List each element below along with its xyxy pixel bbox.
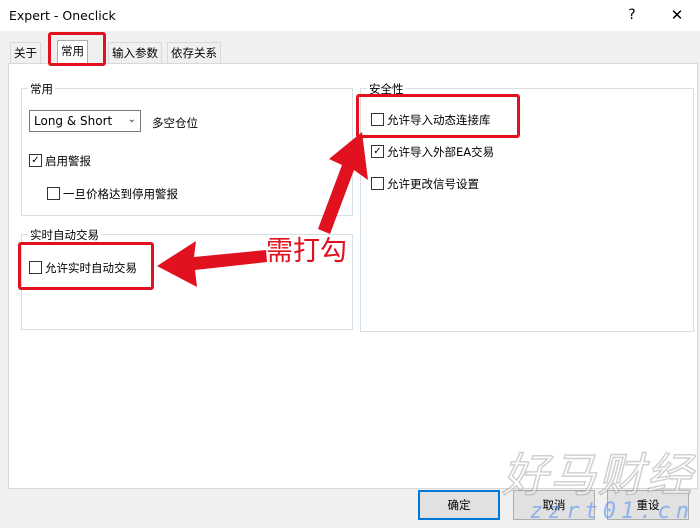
checkbox-checked-icon: ✓: [29, 154, 42, 167]
annotation-box-common-tab: [48, 32, 106, 66]
chevron-down-icon: ⌄: [127, 114, 136, 125]
close-button[interactable]: ✕: [662, 4, 692, 26]
window-title: Expert - Oneclick: [9, 8, 116, 23]
checkbox-unchecked-icon: [371, 177, 384, 190]
reset-button[interactable]: 重设: [607, 490, 689, 520]
annotation-box-live-trading: [18, 242, 154, 290]
annotation-box-dll-import: [356, 94, 520, 138]
position-select[interactable]: Long & Short ⌄: [29, 110, 141, 132]
position-select-value: Long & Short: [34, 114, 113, 128]
cancel-button[interactable]: 取消: [513, 490, 595, 520]
title-bar: Expert - Oneclick ? ✕: [0, 0, 700, 31]
disable-alert-on-stop-label: 一旦价格达到停用警报: [63, 187, 178, 201]
tab-about[interactable]: 关于: [10, 42, 41, 63]
position-select-label: 多空仓位: [152, 116, 198, 130]
common-group-title: 常用: [28, 81, 55, 97]
enable-alerts-label: 启用警报: [45, 154, 91, 168]
checkbox-checked-icon: ✓: [371, 145, 384, 158]
checkbox-unchecked-icon: [47, 187, 60, 200]
allow-ea-import-label: 允许导入外部EA交易: [387, 145, 495, 159]
tab-inputs[interactable]: 输入参数: [108, 42, 162, 63]
ok-button[interactable]: 确定: [418, 490, 500, 520]
auto-trading-group-title: 实时自动交易: [28, 227, 101, 243]
allow-signal-change-label: 允许更改信号设置: [387, 177, 479, 191]
annotation-label: 需打勾: [266, 236, 347, 267]
tab-dependencies[interactable]: 依存关系: [167, 42, 221, 63]
help-button[interactable]: ?: [617, 4, 647, 26]
